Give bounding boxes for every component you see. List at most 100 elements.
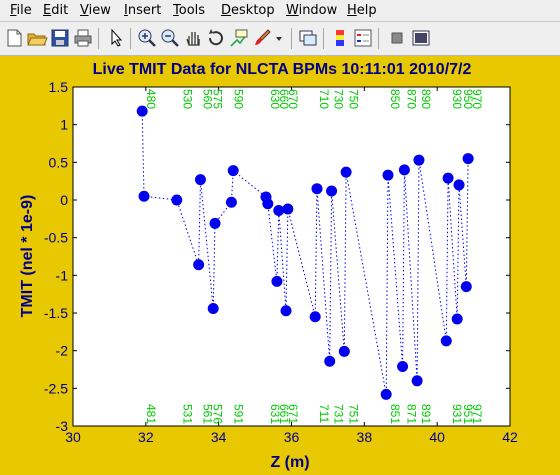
data-point [340,166,352,178]
menu-desktop[interactable]: Desktop [221,3,275,18]
y-tick-label: -1.5 [44,305,68,321]
data-point [194,174,206,186]
axes-background [73,87,510,426]
bpm-label-bottom: 576 [210,404,224,424]
y-tick-label: -0.5 [44,230,68,246]
menu-tools[interactable]: Tools [173,3,205,18]
toolbar [0,22,560,56]
data-point [136,105,148,117]
x-tick-label: 36 [284,429,300,445]
bpm-label-bottom: 711 [317,404,331,423]
bpm-label-bottom: 871 [405,404,419,424]
data-point [453,179,465,191]
new-figure-icon[interactable] [3,27,25,49]
y-tick-label: -2 [56,343,69,359]
data-point [171,194,183,206]
data-point [460,281,472,293]
pointer-icon[interactable] [104,27,126,49]
bpm-label-bottom: 971 [470,404,484,424]
menu-help[interactable]: Help [347,3,377,18]
data-point [227,165,239,177]
brush-icon[interactable] [251,27,273,49]
bpm-label-top: 970 [470,89,484,109]
data-point [398,164,410,176]
zoom-out-icon[interactable] [159,27,181,49]
data-point [380,388,392,400]
data-point [413,154,425,166]
rotate-3d-icon[interactable] [205,27,227,49]
y-tick-label: 0.5 [49,154,69,170]
data-point [440,335,452,347]
data-point [273,205,285,217]
y-tick-label: 1.5 [49,79,69,95]
link-plot-icon[interactable] [297,27,319,49]
data-point [382,169,394,181]
bpm-label-top: 710 [317,89,331,109]
data-point [442,172,454,184]
chart-title: Live TMIT Data for NLCTA BPMs 10:11:01 2… [93,61,472,78]
menu-edit[interactable]: Edit [43,3,68,18]
legend-icon[interactable] [352,27,374,49]
data-point [193,259,205,271]
show-plot-tools-icon[interactable] [410,27,432,49]
bpm-label-top: 670 [286,89,300,109]
y-tick-label: -2.5 [44,380,68,396]
bpm-label-top: 850 [388,89,402,109]
bpm-label-bottom: 591 [232,404,246,424]
y-axis-label: TMIT (nel * 1e-9) [19,195,36,318]
save-icon[interactable] [49,27,71,49]
x-tick-label: 34 [211,429,227,445]
bpm-label-top: 480 [144,89,158,109]
bpm-label-top: 870 [405,89,419,109]
bpm-label-top: 890 [419,89,433,109]
bpm-label-bottom: 481 [144,404,158,424]
x-tick-label: 42 [502,429,518,445]
print-icon[interactable] [72,27,94,49]
data-point [138,190,150,202]
bpm-label-top: 590 [232,89,246,109]
bpm-label-top: 750 [346,89,360,109]
data-point [207,302,219,314]
data-point [326,185,338,197]
pan-icon[interactable] [182,27,204,49]
y-tick-label: -1 [56,267,69,283]
hide-plot-tools-icon[interactable] [386,27,408,49]
colorbar-icon[interactable] [329,27,351,49]
y-tick-label: 0 [60,192,68,208]
bpm-label-top: 575 [210,89,224,109]
data-cursor-icon[interactable] [228,27,250,49]
menu-bar: File Edit View Insert Tools Desktop Wind… [0,0,560,22]
menu-insert[interactable]: Insert [124,3,161,18]
bpm-label-bottom: 891 [419,404,433,424]
data-point [311,183,323,195]
x-tick-label: 32 [138,429,154,445]
data-point [462,153,474,165]
menu-view[interactable]: View [80,3,111,18]
bpm-label-bottom: 671 [286,404,300,424]
y-tick-label: 1 [60,117,68,133]
data-point [225,196,237,208]
data-point [397,360,409,372]
tmit-chart: Live TMIT Data for NLCTA BPMs 10:11:01 2… [19,61,518,471]
x-axis-label: Z (m) [270,454,309,471]
data-point [209,217,221,229]
open-file-icon[interactable] [26,27,48,49]
brush-dropdown-icon[interactable] [274,27,284,49]
data-point [338,345,350,357]
data-point [309,311,321,323]
data-point [280,305,292,317]
bpm-label-bottom: 531 [181,404,195,424]
data-point [451,313,463,325]
menu-window[interactable]: Window [286,3,337,18]
bpm-label-top: 730 [332,89,346,109]
bpm-label-bottom: 751 [346,404,360,424]
data-point [282,203,294,215]
zoom-in-icon[interactable] [136,27,158,49]
bpm-label-bottom: 851 [388,404,402,424]
figure-area: Live TMIT Data for NLCTA BPMs 10:11:01 2… [0,56,560,475]
data-point [411,375,423,387]
bpm-label-top: 530 [181,89,195,109]
menu-file[interactable]: File [10,3,32,18]
data-point [271,275,283,287]
data-point [324,355,336,367]
